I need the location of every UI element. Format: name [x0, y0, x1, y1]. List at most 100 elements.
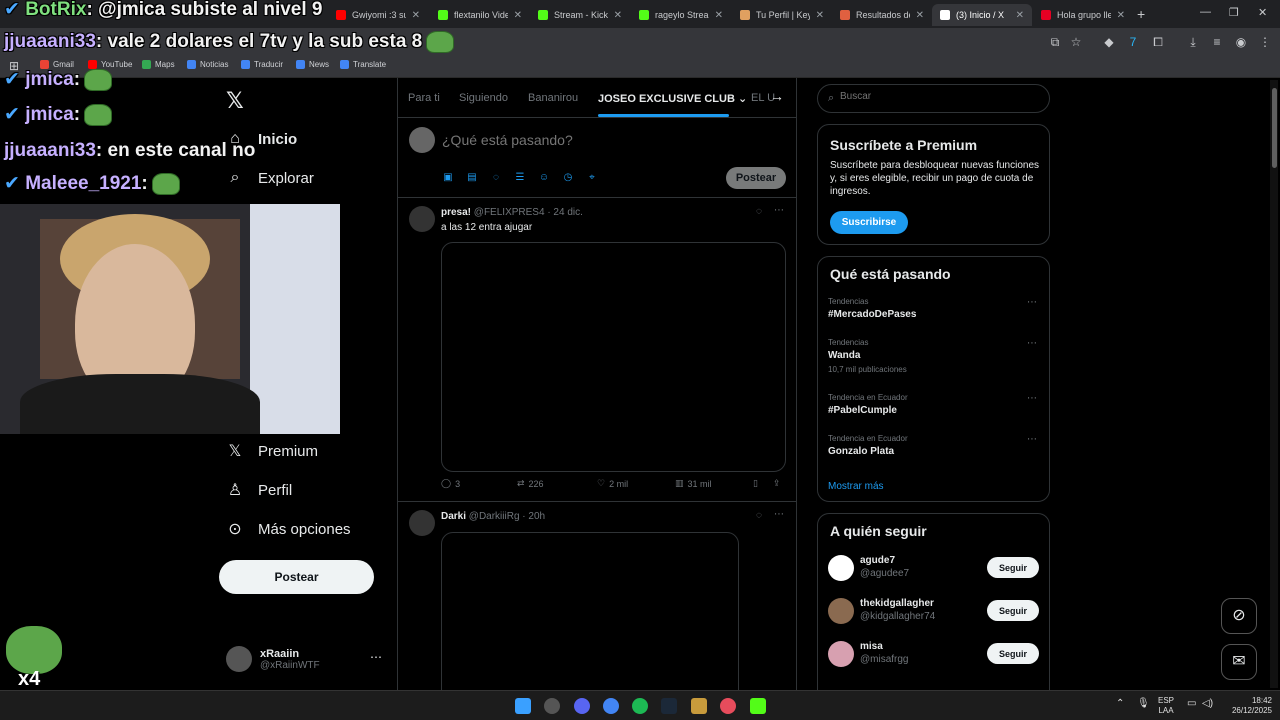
tweet-media[interactable]	[441, 242, 786, 472]
7tv-extension-icon[interactable]: 7	[1125, 34, 1141, 50]
browser-tab-active[interactable]: (3) Inicio / X ✕	[932, 4, 1032, 26]
bookmark-translate[interactable]: Translate	[340, 60, 386, 69]
close-icon[interactable]: ✕	[514, 10, 522, 21]
close-icon[interactable]: ✕	[1117, 10, 1125, 21]
close-icon[interactable]: ✕	[715, 10, 723, 21]
bookmark-button[interactable]: ▯	[753, 478, 758, 489]
browser-tab[interactable]: rageylo Stream✕	[631, 4, 731, 26]
more-icon[interactable]: ⋯	[774, 205, 784, 216]
chevron-up-icon[interactable]: ⌃	[1116, 699, 1124, 709]
more-icon[interactable]: ⋯	[1027, 393, 1037, 404]
poll-icon[interactable]: ☰	[514, 172, 526, 184]
compose-post-button[interactable]: Postear	[726, 167, 786, 189]
close-icon[interactable]: ✕	[614, 10, 622, 21]
bookmark-traducir[interactable]: Traducir	[241, 60, 283, 69]
trend-item[interactable]: Tendencia en Ecuador Gonzalo Plata ⋯	[828, 434, 1043, 457]
account-switcher[interactable]: xRaaiin @xRaiinWTF ⋯	[226, 644, 386, 674]
kick-icon[interactable]	[750, 698, 766, 714]
close-icon[interactable]: ✕	[816, 10, 824, 21]
trend-item[interactable]: Tendencia en Ecuador #PabelCumple ⋯	[828, 393, 1043, 416]
reply-button[interactable]: ◯ 3	[441, 478, 460, 489]
browser-tab[interactable]: Hola grupo lle ✕	[1033, 4, 1133, 26]
extension-icon[interactable]: ◆	[1101, 34, 1117, 50]
grok-float-button[interactable]: ⊘	[1221, 598, 1257, 634]
like-button[interactable]: ♡ 2 mil	[597, 478, 628, 489]
download-icon[interactable]: ⤓	[1185, 34, 1201, 50]
bookmark-star-icon[interactable]: ☆	[1068, 34, 1084, 50]
grok-icon[interactable]: ◌	[756, 206, 762, 217]
steam-icon[interactable]	[661, 698, 677, 714]
trend-item[interactable]: Tendencias #MercadoDePases ⋯	[828, 297, 1043, 320]
schedule-icon[interactable]: ◷	[562, 172, 574, 184]
riot-icon[interactable]	[691, 698, 707, 714]
tweet-author-name[interactable]: presa!	[441, 207, 471, 218]
close-icon[interactable]: ✕	[916, 10, 924, 21]
follow-suggestion[interactable]: agude7 @agudee7 Seguir	[828, 554, 1043, 582]
app-icon[interactable]	[720, 698, 736, 714]
follow-button[interactable]: Seguir	[987, 557, 1039, 578]
bookmark-maps[interactable]: Maps	[142, 60, 175, 69]
grok-icon[interactable]: ◌	[756, 510, 762, 521]
tweet-author-name[interactable]: Darki	[441, 511, 466, 522]
x-logo-icon[interactable]: 𝕏	[226, 88, 244, 114]
browser-tab[interactable]: Gwiyomi :3 su ✕	[328, 4, 428, 26]
close-window-icon[interactable]: ✕	[1258, 6, 1267, 19]
bookmark-news[interactable]: News	[296, 60, 329, 69]
compose-input[interactable]	[442, 132, 742, 148]
search-box[interactable]: ⌕	[817, 84, 1050, 113]
windows-start-icon[interactable]	[515, 698, 531, 714]
browser-tab[interactable]: Stream - Kick ✕	[530, 4, 630, 26]
nav-explore[interactable]: ⌕ Explorar	[226, 169, 314, 187]
bookmark-noticias[interactable]: Noticias	[187, 60, 228, 69]
profile-icon[interactable]: ◉	[1233, 34, 1249, 50]
minimize-icon[interactable]: —	[1200, 6, 1211, 18]
nav-premium[interactable]: 𝕏 Premium	[226, 441, 318, 461]
chrome-icon[interactable]	[603, 698, 619, 714]
share-button[interactable]: ⇪	[773, 478, 781, 489]
more-icon[interactable]: ⋯	[370, 650, 382, 664]
clock[interactable]: 18:42 26/12/2025	[1226, 696, 1272, 716]
messages-float-button[interactable]: ✉	[1221, 644, 1257, 680]
microphone-icon[interactable]: 🎙	[1137, 699, 1150, 709]
tab-bananirou[interactable]: Bananirou	[528, 92, 578, 104]
tab-joseo-exclusive-club[interactable]: JOSEO EXCLUSIVE CLUB ⌄	[598, 92, 747, 105]
retweet-button[interactable]: ⇄ 226	[517, 478, 544, 489]
emoji-icon[interactable]: ☺	[538, 172, 550, 184]
tweet-media[interactable]	[441, 532, 739, 702]
tweet[interactable]: presa! @FELIXPRES4 · 24 dic. ◌ ⋯ a las 1…	[398, 198, 796, 502]
scrollbar-track[interactable]	[1270, 80, 1278, 688]
show-more-link[interactable]: Mostrar más	[828, 481, 884, 492]
grok-icon[interactable]: ◌	[490, 172, 502, 184]
discord-icon[interactable]	[574, 698, 590, 714]
maximize-icon[interactable]: ❐	[1229, 6, 1239, 19]
trend-item[interactable]: Tendencias Wanda 10,7 mil publicaciones …	[828, 338, 1043, 374]
gif-icon[interactable]: ▤	[466, 172, 478, 184]
media-controls-icon[interactable]: ≡	[1209, 34, 1225, 50]
follow-button[interactable]: Seguir	[987, 600, 1039, 621]
more-icon[interactable]: ⋯	[1027, 297, 1037, 308]
more-icon[interactable]: ⋯	[1027, 338, 1037, 349]
search-input[interactable]	[840, 91, 1040, 102]
menu-kebab-icon[interactable]: ⋮	[1257, 34, 1273, 50]
close-icon[interactable]: ✕	[1016, 10, 1024, 21]
nav-profile[interactable]: ♙ Perfil	[226, 480, 292, 500]
nav-more-options[interactable]: ⊙ Más opciones	[226, 519, 350, 539]
follow-suggestion[interactable]: misa @misafrgg Seguir	[828, 640, 1043, 668]
volume-icon[interactable]: ◁)	[1202, 699, 1213, 709]
image-icon[interactable]: ▣	[442, 172, 454, 184]
browser-tab[interactable]: Tu Perfil | Key ✕	[732, 4, 832, 26]
follow-button[interactable]: Seguir	[987, 643, 1039, 664]
extensions-puzzle-icon[interactable]: ⧠	[1150, 34, 1166, 50]
language-indicator[interactable]: ESP LAA	[1158, 696, 1174, 716]
browser-tab[interactable]: flextanilo Vide ✕	[430, 4, 530, 26]
settings-icon[interactable]	[544, 698, 560, 714]
tab-siguiendo[interactable]: Siguiendo	[459, 92, 508, 104]
tab-para-ti[interactable]: Para ti	[408, 92, 440, 104]
new-tab-icon[interactable]: +	[1137, 6, 1145, 22]
arrow-right-icon[interactable]: →	[770, 88, 784, 104]
tweet[interactable]: Darki @DarkiiiRg · 20h ◌ ⋯	[398, 502, 796, 702]
post-button[interactable]: Postear	[219, 560, 374, 594]
cast-icon[interactable]: ⧉	[1047, 34, 1063, 50]
scrollbar-thumb[interactable]	[1272, 88, 1277, 168]
views-button[interactable]: ▥ 31 mil	[675, 478, 712, 489]
